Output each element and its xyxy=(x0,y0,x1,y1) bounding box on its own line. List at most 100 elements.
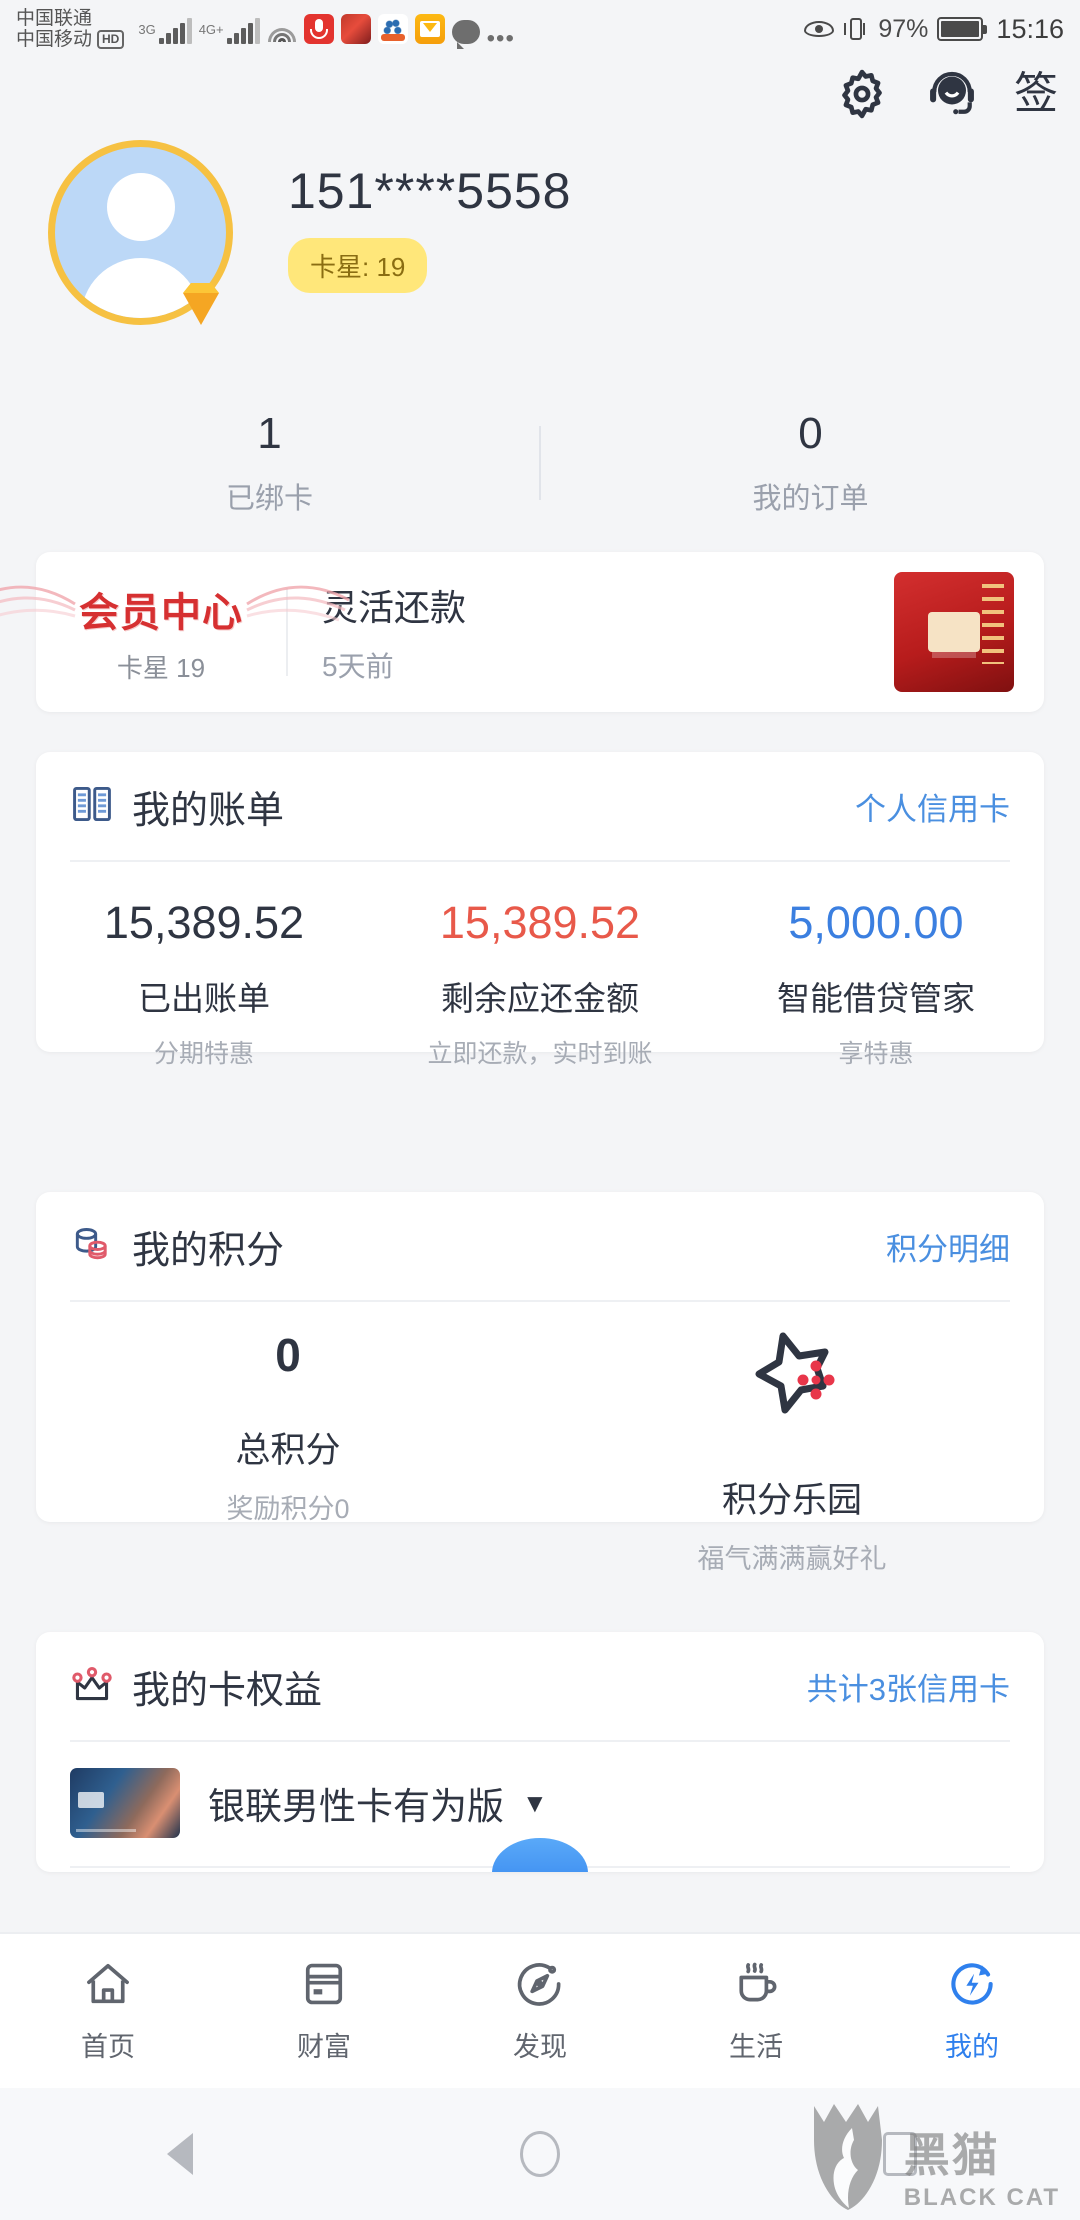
chevron-down-icon[interactable]: ▼ xyxy=(522,1788,548,1819)
card-icon xyxy=(298,1958,350,2015)
star-level-badge[interactable]: 卡星: 19 xyxy=(288,238,428,293)
floating-action-button[interactable] xyxy=(492,1838,588,1872)
stat-label: 已绑卡 xyxy=(225,482,313,515)
member-promo: 灵活还款 5天前 xyxy=(288,579,894,685)
carrier-secondary-row: 中国移动 HD xyxy=(16,29,125,50)
watermark: 黑猫 BLACK CAT xyxy=(806,2100,1060,2212)
baidu-app-icon xyxy=(377,14,408,44)
points-total-value: 0 xyxy=(275,1329,301,1381)
phone-number: 151****5558 xyxy=(288,163,572,219)
signal-bars-1 xyxy=(158,18,192,44)
stats-row: 1 已绑卡 0 我的订单 xyxy=(0,400,1080,525)
watermark-en: BLACK CAT xyxy=(903,2184,1060,2211)
nav-home-button[interactable] xyxy=(360,2131,720,2177)
signal-4g-plus-icon: 4G+ xyxy=(199,18,260,44)
bill-column-statement[interactable]: 15,389.52 已出账单 分期特惠 xyxy=(36,898,372,1070)
watermark-text: 黑猫 BLACK CAT xyxy=(904,2132,1060,2212)
personal-credit-card-link[interactable]: 个人信用卡 xyxy=(855,784,1010,829)
coins-icon xyxy=(70,1222,114,1271)
cup-icon xyxy=(730,1958,782,2015)
signal-3g-label: 3G xyxy=(138,22,156,37)
bill-sub: 享特惠 xyxy=(838,1039,914,1068)
tab-label: 首页 xyxy=(81,2032,135,2062)
status-icons: 3G 4G+ ••• xyxy=(138,14,515,52)
red-app-icon xyxy=(340,14,371,44)
points-card-title: 我的积分 xyxy=(132,1229,285,1272)
home-icon xyxy=(82,1958,134,2015)
avatar[interactable] xyxy=(48,140,233,325)
promo-thumbnail xyxy=(894,572,1014,692)
tab-home[interactable]: 首页 xyxy=(0,1934,216,2088)
promo-title: 灵活还款 xyxy=(322,587,467,628)
bill-name: 已出账单 xyxy=(138,979,270,1017)
carrier-primary-row: 中国联通 xyxy=(16,8,124,29)
tab-mine[interactable]: 我的 xyxy=(864,1934,1080,2088)
watermark-cn: 黑猫 xyxy=(903,2129,1000,2181)
stat-value: 1 xyxy=(257,409,282,459)
black-cat-logo xyxy=(813,2104,882,2210)
points-total-sub: 奖励积分0 xyxy=(226,1494,350,1524)
bill-name: 智能借贷管家 xyxy=(777,979,975,1017)
points-park[interactable]: 积分乐园 福气满满赢好礼 xyxy=(540,1328,1044,1576)
bottom-tab-bar: 首页 财富 发现 生活 我的 xyxy=(0,1932,1080,2088)
tab-life[interactable]: 生活 xyxy=(648,1934,864,2088)
member-left: 会员中心 卡星 19 xyxy=(0,580,350,685)
battery-icon xyxy=(937,17,988,41)
bill-sub: 分期特惠 xyxy=(153,1039,254,1068)
headset-icon[interactable] xyxy=(924,66,980,122)
sign-in-button[interactable]: 签 xyxy=(1014,72,1058,116)
bill-column-loan-manager[interactable]: 5,000.00 智能借贷管家 享特惠 xyxy=(708,898,1044,1070)
bill-name: 剩余应还金额 xyxy=(441,979,639,1017)
points-park-sub: 福气满满赢好礼 xyxy=(697,1544,887,1574)
rights-card-title: 我的卡权益 xyxy=(132,1669,323,1712)
home-circle-icon xyxy=(520,2131,560,2177)
card-selector-row[interactable]: 银联男性卡有为版 ▼ xyxy=(36,1742,1044,1838)
gem-icon xyxy=(183,283,219,325)
signal-3g-icon: 3G xyxy=(138,18,192,44)
carrier-primary-label: 中国联通 xyxy=(16,7,93,29)
compass-icon xyxy=(514,1958,566,2015)
bill-column-remaining[interactable]: 15,389.52 剩余应还金额 立即还款，实时到账 xyxy=(372,898,708,1070)
gear-icon[interactable] xyxy=(834,66,890,122)
credit-card-thumbnail xyxy=(70,1768,180,1838)
thumb-ladder xyxy=(982,584,1004,664)
battery-percent-label: 97% xyxy=(878,14,929,43)
bill-amount: 15,389.52 xyxy=(439,897,641,948)
member-level-label: 卡星 19 xyxy=(116,652,206,683)
tab-discover[interactable]: 发现 xyxy=(432,1934,648,2088)
bill-sub: 立即还款，实时到账 xyxy=(427,1039,653,1068)
star-park-icon xyxy=(755,1332,835,1414)
stat-bound-cards[interactable]: 1 已绑卡 xyxy=(0,400,539,525)
vibrate-icon xyxy=(843,15,869,43)
points-park-label: 积分乐园 xyxy=(721,1481,862,1520)
app-screen: 中国联通 中国移动 HD 3G 4G+ ••• 97% 15:16 签 151*… xyxy=(0,0,1080,2220)
mail-app-icon xyxy=(414,14,445,44)
wing-left-icon xyxy=(0,585,76,617)
bill-amount: 15,389.52 xyxy=(103,897,305,948)
hd-badge: HD xyxy=(97,30,125,50)
my-bill-card: 我的账单 个人信用卡 15,389.52 已出账单 分期特惠 15,389.52… xyxy=(36,752,1044,1068)
member-center-card[interactable]: 会员中心 卡星 19 灵活还款 5天前 xyxy=(0,552,1044,712)
tab-label: 我的 xyxy=(945,2032,999,2062)
header-actions: 签 xyxy=(834,66,1058,122)
selected-card-name: 银联男性卡有为版 xyxy=(208,1786,504,1827)
member-center-logo: 会员中心 xyxy=(0,580,350,638)
rights-card-header: 我的卡权益 共计3张信用卡 xyxy=(36,1632,1044,1740)
tab-label: 财富 xyxy=(297,2032,351,2062)
points-total[interactable]: 0 总积分 奖励积分0 xyxy=(36,1328,540,1576)
stat-my-orders[interactable]: 0 我的订单 xyxy=(541,400,1080,525)
stat-label: 我的订单 xyxy=(752,482,869,515)
avatar-head xyxy=(106,173,175,241)
points-card-header: 我的积分 积分明细 xyxy=(36,1192,1044,1300)
points-detail-link[interactable]: 积分明细 xyxy=(886,1224,1010,1269)
overflow-dots-icon: ••• xyxy=(486,25,515,52)
bill-amount: 5,000.00 xyxy=(788,897,964,948)
clock-label: 15:16 xyxy=(996,13,1064,44)
tab-label: 发现 xyxy=(513,2032,567,2062)
nav-back-button[interactable] xyxy=(0,2133,360,2175)
total-cards-link[interactable]: 共计3张信用卡 xyxy=(807,1664,1010,1709)
tab-wealth[interactable]: 财富 xyxy=(216,1934,432,2088)
points-columns: 0 总积分 奖励积分0 积分乐园 福气满满赢好礼 xyxy=(36,1302,1044,1576)
carrier-info: 中国联通 中国移动 HD xyxy=(16,8,125,51)
crown-icon xyxy=(70,1664,114,1709)
